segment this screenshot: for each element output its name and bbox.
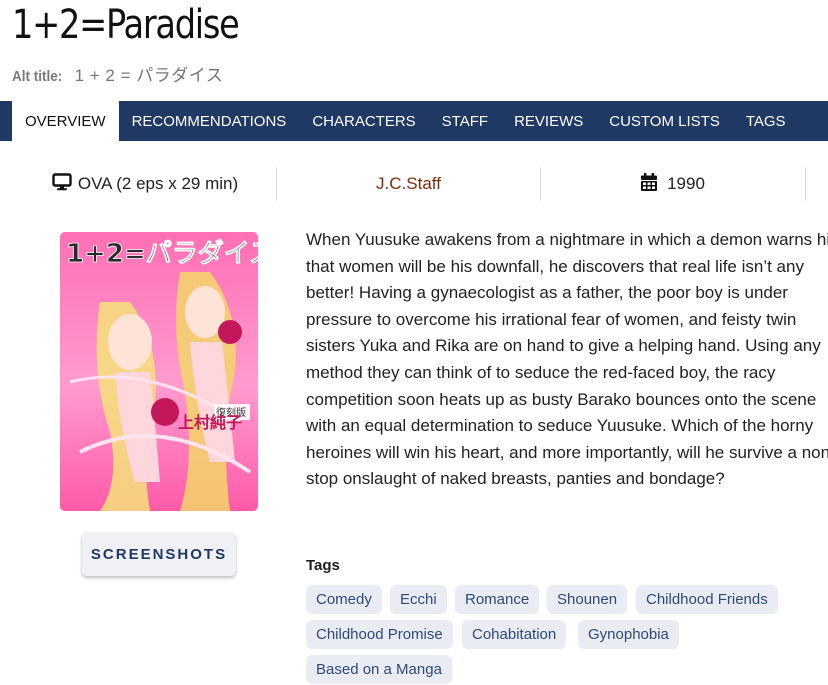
tab-bar: OVERVIEW RECOMMENDATIONS CHARACTERS STAF… [0, 101, 828, 141]
tab-overview[interactable]: OVERVIEW [12, 101, 119, 141]
alt-title: Alt title: 1 + 2 = パラダイス [12, 61, 223, 86]
synopsis: When Yuusuke awakens from a nightmare in… [306, 230, 828, 489]
alt-title-label: Alt title: [12, 68, 63, 85]
tag-ecchi[interactable]: Ecchi [390, 585, 447, 614]
tab-tags[interactable]: TAGS [733, 101, 799, 141]
tab-recommendations[interactable]: RECOMMENDATIONS [119, 101, 300, 141]
info-bar: OVA (2 eps x 29 min) J.C.Staff 1990 [0, 167, 828, 201]
format-text: OVA (2 eps x 29 min) [77, 174, 239, 193]
year-text: 1990 [667, 174, 705, 193]
studio-info: J.C.Staff [277, 167, 540, 201]
cover-image: 1+2=パラダイス 復刻版 上村純子 [60, 232, 258, 511]
studio-link[interactable]: J.C.Staff [376, 174, 441, 194]
cover-logo-text: 1+2=パラダイス [66, 238, 258, 269]
tag-comedy[interactable]: Comedy [306, 585, 382, 614]
tag-shounen[interactable]: Shounen [547, 585, 628, 614]
tags-heading: Tags [306, 557, 340, 574]
page-title: 1+2=Paradise [12, 2, 240, 48]
tab-reviews[interactable]: REVIEWS [501, 101, 596, 141]
info-divider [805, 167, 806, 201]
tag-based-on-a-manga[interactable]: Based on a Manga [306, 655, 452, 684]
tag-gynophobia[interactable]: Gynophobia [578, 620, 679, 649]
format-info: OVA (2 eps x 29 min) [0, 167, 290, 201]
tab-custom-lists[interactable]: CUSTOM LISTS [596, 101, 733, 141]
tab-characters[interactable]: CHARACTERS [299, 101, 428, 141]
year-info: 1990 [541, 167, 805, 201]
cover-author-text: 上村純子 [178, 413, 242, 432]
alt-title-value: 1 + 2 = パラダイス [74, 66, 224, 85]
tag-cohabitation[interactable]: Cohabitation [462, 620, 567, 649]
monitor-icon [52, 172, 72, 196]
screenshots-button[interactable]: SCREENSHOTS [82, 532, 236, 576]
tab-staff[interactable]: STAFF [429, 101, 501, 141]
page: 1+2=Paradise Alt title: 1 + 2 = パラダイス OV… [0, 0, 828, 685]
tag-romance[interactable]: Romance [455, 585, 540, 614]
calendar-icon [641, 172, 658, 196]
tag-childhood-promise[interactable]: Childhood Promise [306, 620, 453, 649]
tag-childhood-friends[interactable]: Childhood Friends [636, 585, 778, 614]
